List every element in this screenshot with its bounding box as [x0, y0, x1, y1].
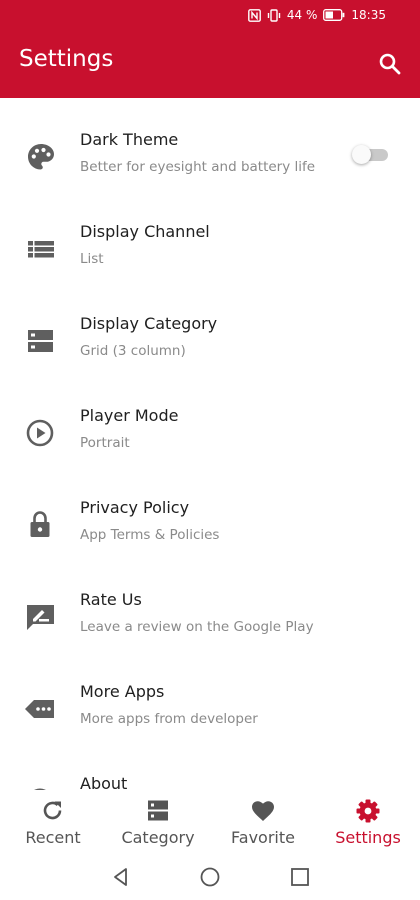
vibrate-icon	[267, 8, 281, 22]
item-subtitle: List	[80, 251, 104, 267]
item-subtitle: Grid (3 column)	[80, 343, 186, 359]
category-icon	[148, 800, 168, 821]
bottom-nav: Recent Category Favorite Settings	[0, 790, 420, 854]
view-list-icon	[28, 241, 54, 258]
page-title: Settings	[19, 46, 114, 72]
heart-icon	[252, 801, 274, 821]
clock: 18:35	[351, 8, 386, 22]
item-label: Display Category	[80, 314, 218, 333]
rate-review-icon	[27, 605, 54, 630]
item-label: Display Channel	[80, 222, 210, 241]
tab-label: Settings	[335, 828, 401, 847]
search-button[interactable]	[376, 50, 404, 78]
home-icon[interactable]	[199, 866, 221, 888]
item-subtitle: Better for eyesight and battery life	[80, 159, 316, 175]
settings-item-player-mode[interactable]: Player Mode Portrait	[0, 374, 420, 466]
tab-label: Recent	[25, 828, 81, 847]
item-subtitle: App Terms & Policies	[80, 527, 220, 543]
view-grid-icon	[28, 330, 53, 352]
item-label: More Apps	[80, 682, 165, 701]
toggle-thumb	[352, 145, 371, 164]
settings-list: Dark Theme Better for eyesight and batte…	[0, 98, 420, 790]
settings-item-rate-us[interactable]: Rate Us Leave a review on the Google Pla…	[0, 558, 420, 650]
search-icon	[379, 53, 401, 75]
tab-settings[interactable]: Settings	[330, 790, 406, 854]
recents-icon[interactable]	[289, 866, 311, 888]
item-label: About	[80, 774, 128, 790]
back-icon[interactable]	[110, 866, 132, 888]
dark-theme-toggle[interactable]	[352, 145, 390, 164]
item-label: Player Mode	[80, 406, 179, 425]
system-nav	[0, 854, 420, 900]
settings-item-privacy-policy[interactable]: Privacy Policy App Terms & Policies	[0, 466, 420, 558]
settings-item-display-category[interactable]: Display Category Grid (3 column)	[0, 282, 420, 374]
app-bar: 44 % 18:35 Settings	[0, 0, 420, 98]
tab-category[interactable]: Category	[111, 790, 205, 854]
tab-label: Category	[121, 828, 195, 847]
settings-item-display-channel[interactable]: Display Channel List	[0, 190, 420, 282]
battery-percent: 44 %	[286, 8, 318, 22]
refresh-icon	[43, 801, 62, 820]
item-subtitle: Portrait	[80, 435, 130, 451]
item-label: Rate Us	[80, 590, 142, 609]
play-circle-icon	[26, 419, 54, 447]
settings-item-dark-theme[interactable]: Dark Theme Better for eyesight and batte…	[0, 98, 420, 190]
tab-recent[interactable]: Recent	[15, 790, 91, 854]
more-apps-icon	[25, 700, 54, 718]
item-subtitle: Leave a review on the Google Play	[80, 619, 314, 635]
status-bar: 44 % 18:35	[248, 8, 386, 22]
palette-icon	[28, 144, 54, 170]
gear-icon	[356, 799, 380, 823]
settings-item-more-apps[interactable]: More Apps More apps from developer	[0, 650, 420, 742]
settings-item-about[interactable]: About	[0, 742, 420, 790]
item-label: Privacy Policy	[80, 498, 190, 517]
lock-icon	[30, 511, 50, 537]
item-subtitle: More apps from developer	[80, 711, 258, 727]
tab-label: Favorite	[231, 828, 295, 847]
tab-favorite[interactable]: Favorite	[224, 790, 302, 854]
item-label: Dark Theme	[80, 130, 179, 149]
nfc-icon	[248, 8, 261, 22]
battery-icon	[323, 9, 345, 21]
